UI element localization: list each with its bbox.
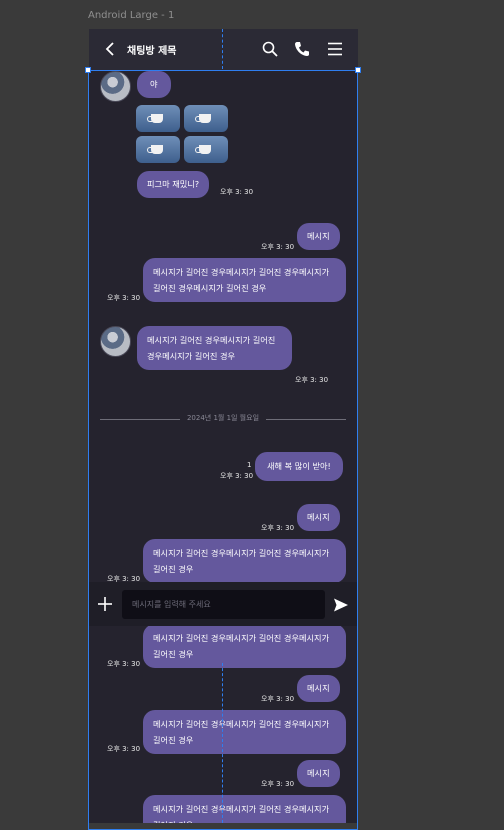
call-icon[interactable] bbox=[293, 40, 311, 58]
chat-room-title: 채팅방 제목 bbox=[127, 46, 177, 57]
search-icon[interactable] bbox=[261, 40, 279, 58]
frame-label: Android Large - 1 bbox=[88, 10, 175, 21]
resize-handle[interactable] bbox=[355, 67, 361, 73]
resize-handle[interactable] bbox=[85, 67, 91, 73]
layout-guide bbox=[222, 29, 223, 69]
selection-box bbox=[88, 70, 358, 830]
back-icon[interactable] bbox=[103, 40, 117, 58]
chat-header: 채팅방 제목 bbox=[89, 29, 358, 70]
menu-icon[interactable] bbox=[327, 41, 343, 57]
